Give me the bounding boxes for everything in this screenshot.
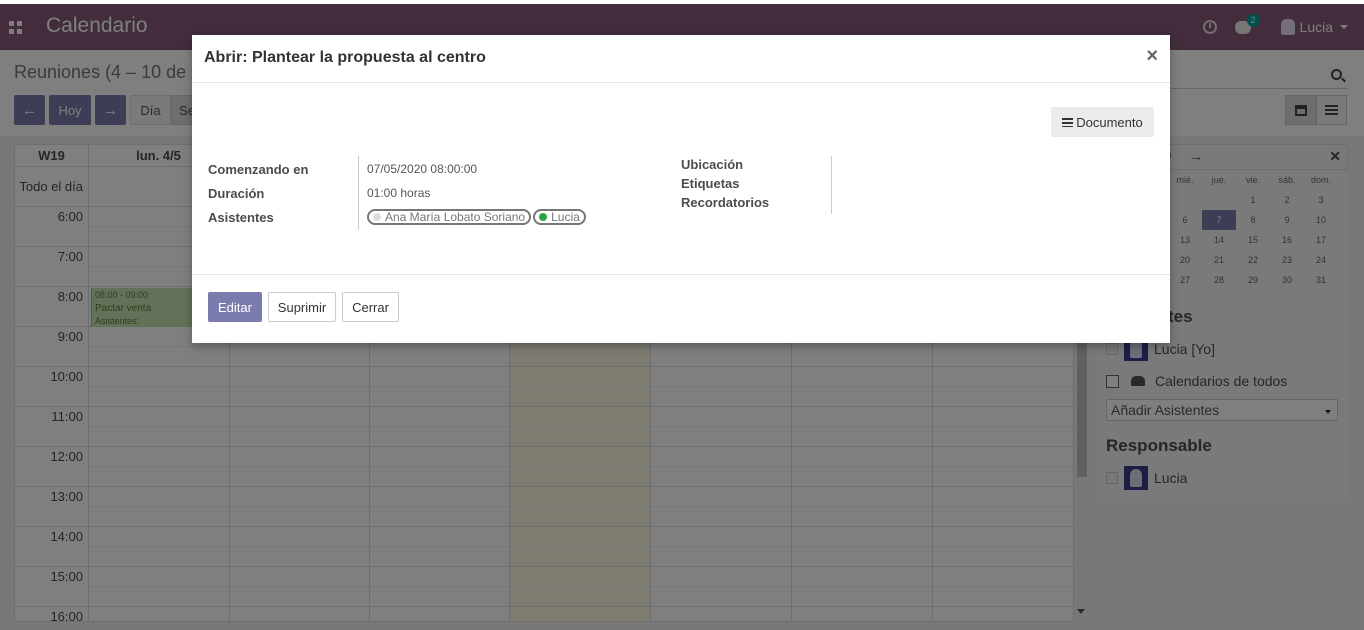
tags-label: Etiquetas: [681, 176, 740, 191]
status-dot-icon: [373, 213, 381, 221]
start-value: 07/05/2020 08:00:00: [367, 162, 478, 176]
divider: [831, 156, 832, 214]
attendees-label: Asistentes: [208, 209, 274, 225]
reminders-label: Recordatorios: [681, 195, 770, 210]
attendee-tags: Ana María Lobato Soriano Lucia: [358, 209, 588, 225]
document-button[interactable]: Documento: [1051, 107, 1154, 137]
edit-button[interactable]: Editar: [208, 292, 262, 322]
close-button[interactable]: Cerrar: [342, 292, 399, 322]
start-label: Comenzando en: [208, 161, 309, 177]
status-dot-icon: [539, 213, 548, 221]
duration-value: 01:00 horas: [367, 186, 431, 200]
divider: [358, 156, 359, 230]
location-label: Ubicación: [681, 157, 744, 172]
attendee-tag[interactable]: Lucia: [533, 209, 586, 225]
dialog-title: Abrir: Plantear la propuesta al centro: [204, 49, 486, 66]
attendee-tag-name: Ana María Lobato Soriano: [385, 210, 526, 224]
attendee-tag-name: Lucia: [551, 210, 580, 224]
close-icon[interactable]: ×: [1146, 45, 1158, 68]
dialog-footer: Editar Suprimir Cerrar: [192, 274, 1170, 343]
delete-button[interactable]: Suprimir: [268, 292, 336, 322]
attendee-tag[interactable]: Ana María Lobato Soriano: [367, 209, 532, 225]
bars-icon: [1062, 117, 1074, 127]
event-dialog: Abrir: Plantear la propuesta al centro ×…: [192, 35, 1170, 343]
document-button-label: Documento: [1076, 114, 1143, 130]
duration-label: Duración: [208, 185, 265, 201]
